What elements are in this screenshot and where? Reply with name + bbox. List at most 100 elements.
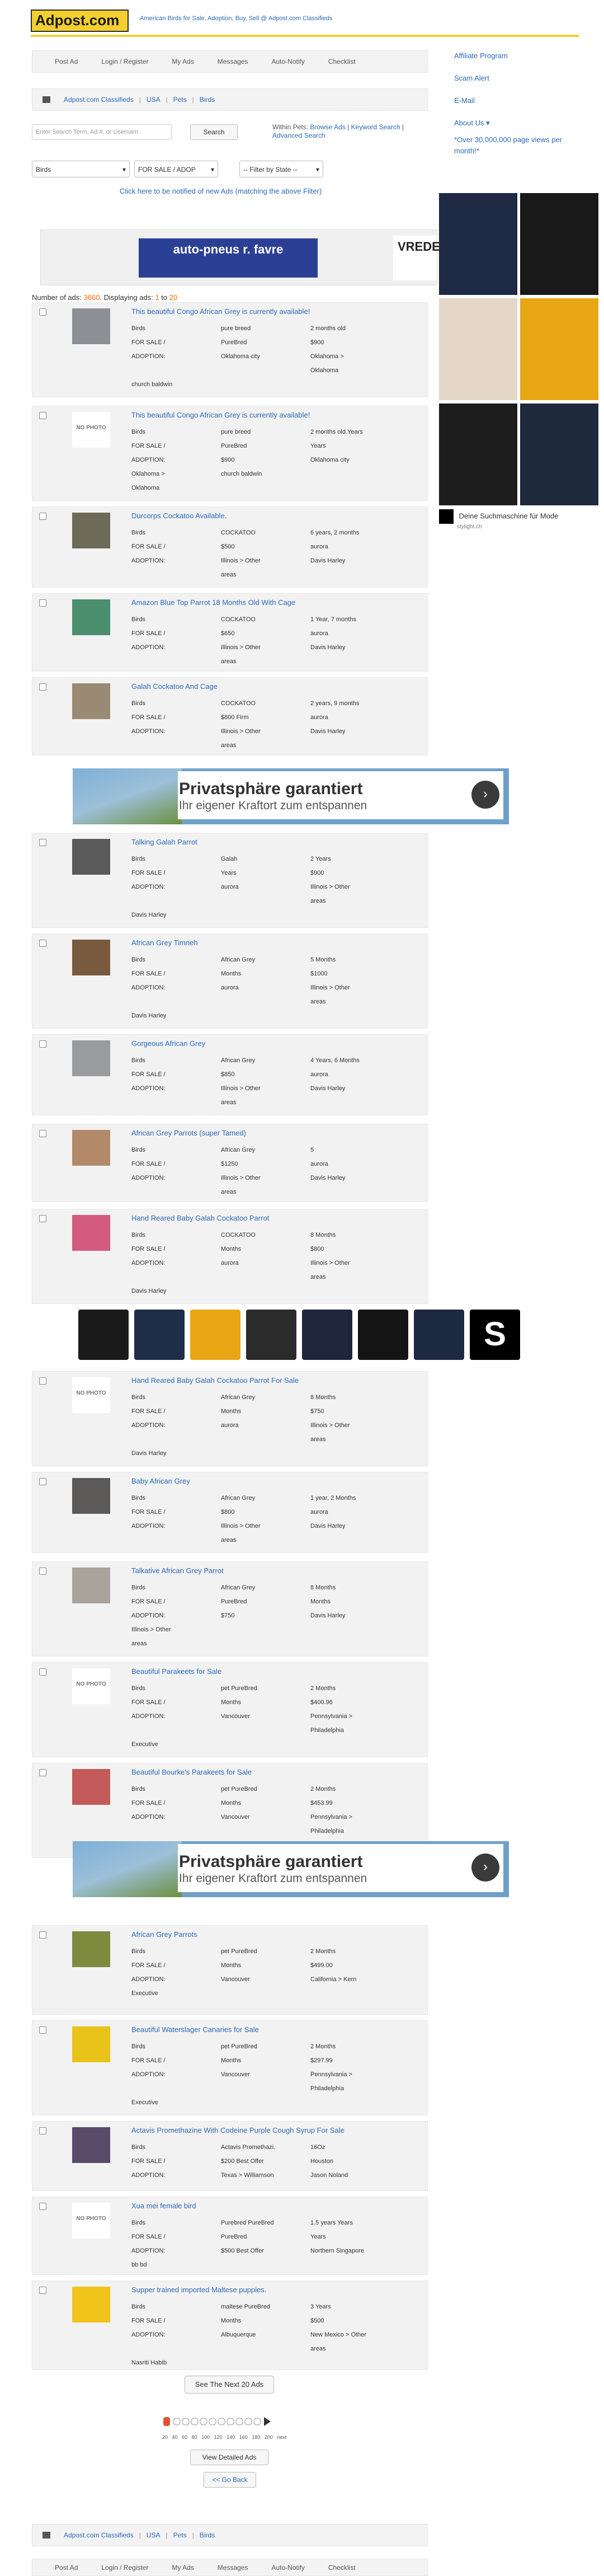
select-checkbox[interactable]: [39, 2127, 46, 2134]
page-marker[interactable]: [218, 2418, 225, 2425]
listing-card[interactable]: Talking Galah Parrot Birds Galah 2 Years FOR…: [32, 833, 428, 928]
autopneus-ad[interactable]: auto-pneus r. favre: [139, 238, 318, 278]
listing-photo[interactable]: [72, 308, 110, 344]
listing-card[interactable]: Hand Reared Baby Galah Cockatoo Parrot Bi…: [32, 1209, 428, 1304]
page-label[interactable]: 40: [172, 2434, 178, 2440]
listing-card[interactable]: Baby African Grey Birds African Grey 1 year…: [32, 1472, 428, 1553]
listing-title[interactable]: Baby African Grey: [131, 1477, 190, 1485]
select-checkbox[interactable]: [39, 1668, 46, 1676]
jacket-ad-image[interactable]: [358, 1310, 408, 1360]
listing-title[interactable]: Galah Cockatoo And Cage: [131, 682, 218, 691]
jacket-ad-strip[interactable]: S: [73, 1307, 520, 1363]
next-ads-button[interactable]: See The Next 20 Ads: [185, 2376, 274, 2394]
nav-my-ads[interactable]: My Ads: [172, 2564, 194, 2572]
listing-photo[interactable]: [72, 1931, 110, 1967]
nav-post-ad[interactable]: Post Ad: [55, 2564, 78, 2572]
listing-card[interactable]: NO PHOTO This beautiful Congo African Gre…: [32, 406, 428, 501]
page-marker[interactable]: [182, 2418, 190, 2425]
nav-auto-notify[interactable]: Auto-Notify: [271, 2564, 304, 2572]
listing-card[interactable]: Amazon Blue Top Parrot 18 Months Old Wit…: [32, 593, 428, 672]
page-label[interactable]: 120: [214, 2434, 223, 2440]
select-checkbox[interactable]: [39, 513, 46, 520]
nav-post-ad[interactable]: Post Ad: [55, 58, 78, 65]
state-select[interactable]: -- Filter by State -- ▾: [239, 161, 323, 177]
page-marker[interactable]: [209, 2418, 216, 2425]
select-checkbox[interactable]: [39, 1478, 46, 1485]
listing-card[interactable]: Galah Cockatoo And Cage Birds COCKATOO 2 ye…: [32, 677, 428, 756]
listing-title[interactable]: Supper trained imported Maltese puppies.: [131, 2286, 266, 2294]
listing-card[interactable]: NO PHOTO Hand Reared Baby Galah Cockatoo …: [32, 1371, 428, 1466]
page-marker[interactable]: [244, 2418, 252, 2425]
banner-ad[interactable]: auto-pneus r. favre VREDE: [40, 229, 440, 285]
select-checkbox[interactable]: [39, 2287, 46, 2294]
page-label[interactable]: 100: [201, 2434, 210, 2440]
listing-title[interactable]: Hand Reared Baby Galah Cockatoo Parrot: [131, 1214, 269, 1222]
chevron-right-icon[interactable]: ›: [471, 1854, 499, 1881]
vredestein-ad[interactable]: VREDE: [393, 236, 440, 280]
page-label[interactable]: 60: [182, 2434, 187, 2440]
listing-card[interactable]: NO PHOTO Xua mei female bird Birds Purebred…: [32, 2197, 428, 2275]
affiliate-link[interactable]: Affiliate Program: [454, 51, 508, 60]
listing-card[interactable]: Durcorps Cockatoo Available. Birds COCKATO…: [32, 506, 428, 588]
view-detailed-button[interactable]: View Detailed Ads: [190, 2450, 268, 2465]
listing-title[interactable]: Xua mei female bird: [131, 2202, 196, 2210]
listing-photo[interactable]: [72, 1769, 110, 1805]
page-label[interactable]: 200: [265, 2434, 273, 2440]
listing-photo[interactable]: [72, 683, 110, 719]
chevron-right-icon[interactable]: ›: [471, 781, 499, 809]
advanced-search-link[interactable]: Advanced Search: [272, 132, 325, 139]
side-ad-footer[interactable]: Deine Suchmaschine für Mode stylight.ch: [439, 509, 558, 530]
breadcrumb-pets[interactable]: Pets: [173, 2531, 187, 2539]
listing-photo[interactable]: [72, 839, 110, 875]
page-marker[interactable]: [235, 2418, 243, 2425]
listing-card[interactable]: African Grey Timneh Birds African Grey 5 Mo…: [32, 933, 428, 1029]
jacket-ad-image[interactable]: [520, 403, 598, 505]
page-marker-current[interactable]: [163, 2417, 170, 2426]
nav-messages[interactable]: Messages: [218, 2564, 248, 2572]
listing-title[interactable]: Hand Reared Baby Galah Cockatoo Parrot F…: [131, 1376, 299, 1385]
listing-title[interactable]: This beautiful Congo African Grey is cur…: [131, 411, 310, 419]
listing-photo[interactable]: [72, 599, 110, 635]
listing-title[interactable]: Talkative African Grey Parrot: [131, 1566, 224, 1575]
jacket-ad-image[interactable]: [520, 298, 598, 400]
coat-ad-image[interactable]: [439, 298, 517, 400]
no-photo-placeholder[interactable]: NO PHOTO: [72, 1668, 110, 1704]
breadcrumb-usa[interactable]: USA: [147, 96, 161, 104]
privacy-ad[interactable]: Privatsphäre garantiert Ihr eigener Kraf…: [73, 768, 509, 824]
page-label[interactable]: 160: [239, 2434, 248, 2440]
listing-title[interactable]: Durcorps Cockatoo Available.: [131, 512, 226, 520]
listing-card[interactable]: Actavis Promethazine With Codeine Purple…: [32, 2121, 428, 2191]
listing-photo[interactable]: [72, 2026, 110, 2062]
breadcrumb-classifieds[interactable]: Adpost.com Classifieds: [64, 96, 134, 104]
breadcrumb-birds[interactable]: Birds: [200, 96, 215, 104]
select-checkbox[interactable]: [39, 2203, 46, 2210]
select-checkbox[interactable]: [39, 839, 46, 846]
listing-title[interactable]: Beautiful Waterslager Canaries for Sale: [131, 2025, 259, 2034]
about-us-link[interactable]: About Us: [454, 119, 484, 127]
listing-title[interactable]: African Grey Parrots (super Tamed): [131, 1129, 246, 1137]
go-back-button[interactable]: << Go Back: [204, 2472, 256, 2488]
listing-title[interactable]: Gorgeous African Grey: [131, 1039, 205, 1048]
listing-photo[interactable]: [72, 2287, 110, 2322]
select-checkbox[interactable]: [39, 940, 46, 947]
nav-checklist[interactable]: Checklist: [328, 2564, 356, 2572]
select-checkbox[interactable]: [39, 1130, 46, 1137]
select-checkbox[interactable]: [39, 1769, 46, 1776]
jacket-ad-image[interactable]: [78, 1310, 129, 1360]
listing-photo[interactable]: [72, 1040, 110, 1076]
home-icon[interactable]: [43, 96, 50, 103]
jacket-ad-image[interactable]: [302, 1310, 352, 1360]
select-checkbox[interactable]: [39, 599, 46, 607]
listing-card[interactable]: Supper trained imported Maltese puppies.…: [32, 2281, 428, 2370]
page-label[interactable]: 80: [192, 2434, 197, 2440]
breadcrumb-pets[interactable]: Pets: [173, 96, 187, 104]
listing-card[interactable]: This beautiful Congo African Grey is cur…: [32, 302, 428, 397]
listing-title[interactable]: African Grey Parrots: [131, 1930, 197, 1939]
select-checkbox[interactable]: [39, 308, 46, 316]
page-label[interactable]: next: [277, 2434, 286, 2440]
page-marker[interactable]: [200, 2418, 207, 2425]
listing-title[interactable]: Beautiful Bourke's Parakeets for Sale: [131, 1768, 252, 1776]
page-marker[interactable]: [226, 2418, 234, 2425]
nav-auto-notify[interactable]: Auto-Notify: [271, 58, 304, 65]
breadcrumb-birds[interactable]: Birds: [200, 2531, 215, 2539]
